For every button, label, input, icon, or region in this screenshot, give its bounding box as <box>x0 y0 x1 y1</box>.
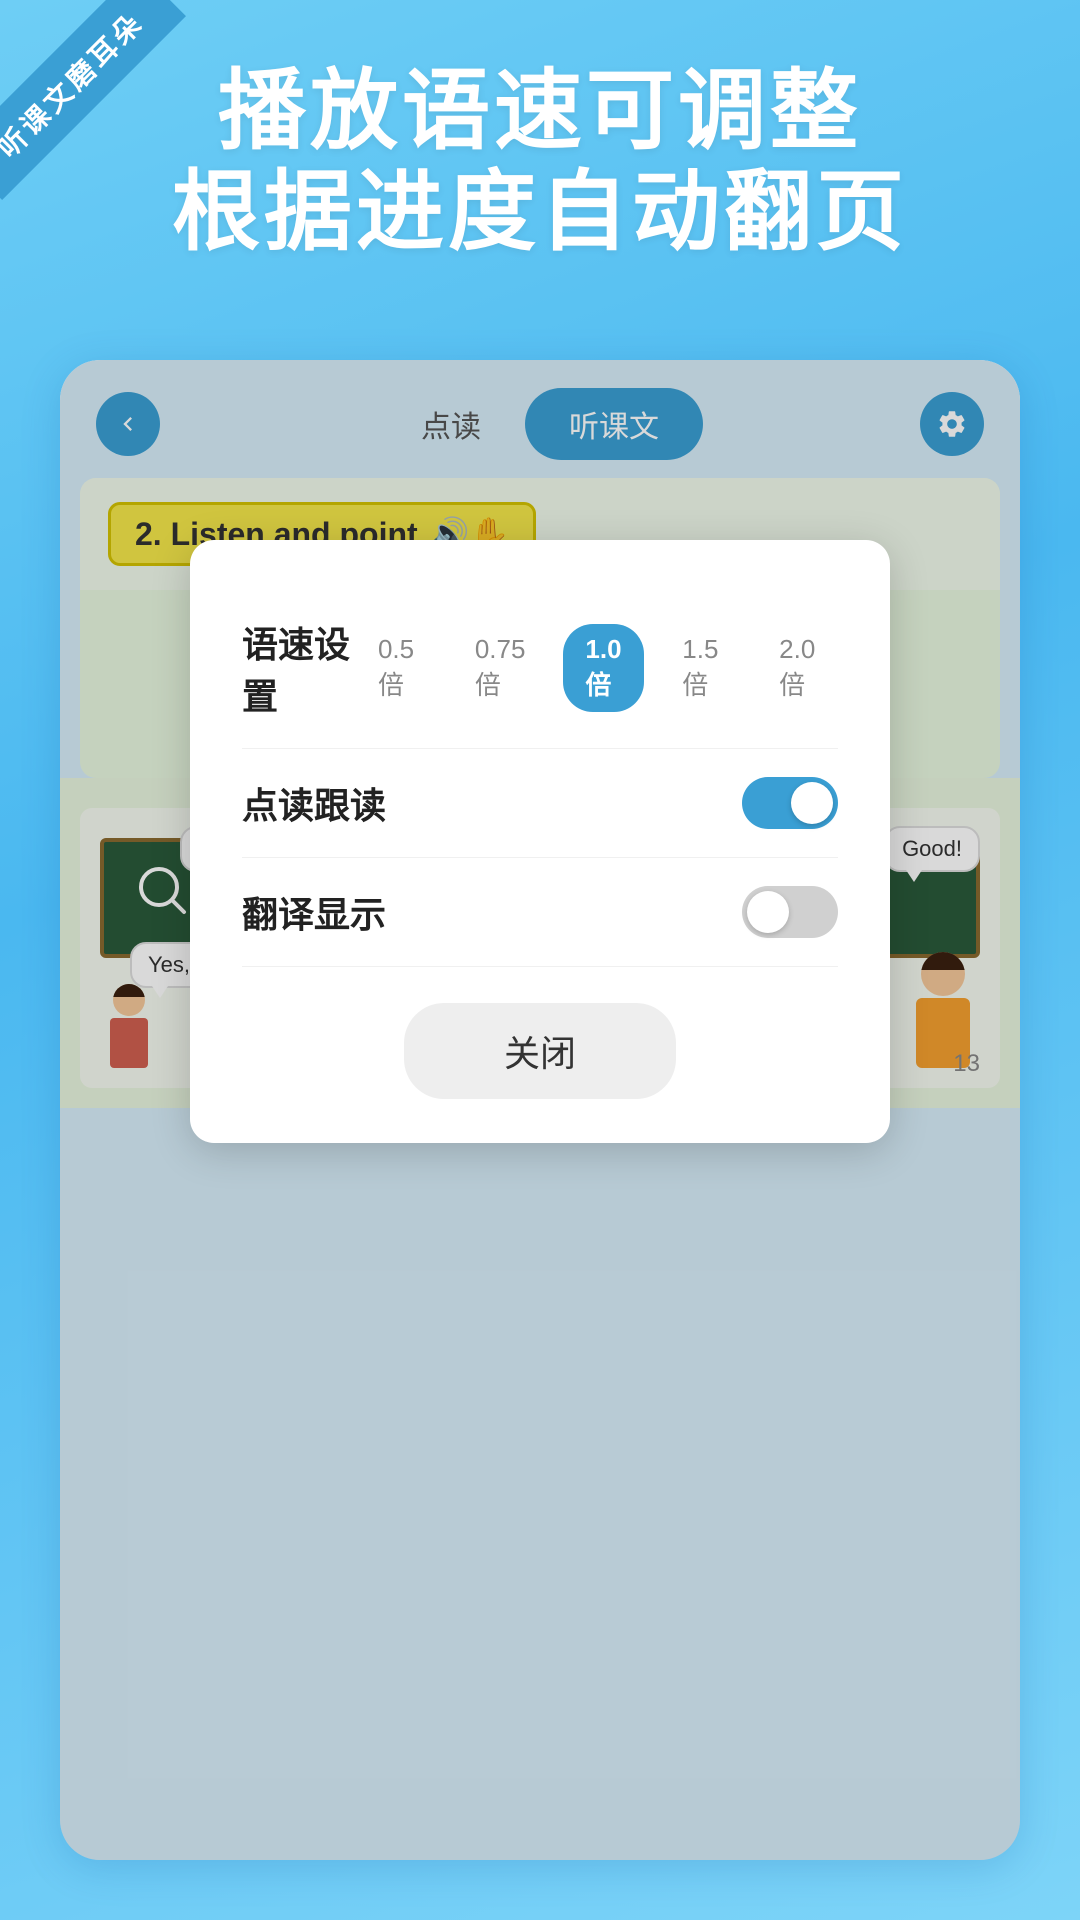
close-btn-row: 关闭 <box>242 1003 838 1099</box>
translate-label: 翻译显示 <box>242 886 386 938</box>
speed-settings-row: 语速设置 0.5倍 0.75倍 1.0倍 1.5倍 2.0倍 <box>242 588 838 749</box>
corner-banner-text: 听课文磨耳朵 <box>0 0 186 200</box>
speed-option-2.0[interactable]: 2.0倍 <box>757 624 838 712</box>
follow-read-toggle[interactable] <box>742 777 838 829</box>
speed-option-1.0[interactable]: 1.0倍 <box>563 624 644 712</box>
follow-read-row: 点读跟读 <box>242 749 838 858</box>
translate-toggle[interactable] <box>742 886 838 938</box>
speed-options: 0.5倍 0.75倍 1.0倍 1.5倍 2.0倍 <box>356 624 838 712</box>
speed-option-0.5[interactable]: 0.5倍 <box>356 624 437 712</box>
speed-label: 语速设置 <box>242 616 356 720</box>
translate-row: 翻译显示 <box>242 858 838 967</box>
speed-option-0.75[interactable]: 0.75倍 <box>453 624 548 712</box>
corner-banner: 听课文磨耳朵 <box>0 0 200 200</box>
follow-read-knob <box>791 782 833 824</box>
follow-read-label: 点读跟读 <box>242 777 386 829</box>
translate-knob <box>747 891 789 933</box>
modal-overlay: 语速设置 0.5倍 0.75倍 1.0倍 1.5倍 2.0倍 点读跟读 翻译显示 <box>60 360 1020 1860</box>
speed-option-1.5[interactable]: 1.5倍 <box>660 624 741 712</box>
device-frame: 点读 听课文 2. Listen and point 🔊✋ 语速设置 0.5倍 <box>60 360 1020 1860</box>
settings-modal: 语速设置 0.5倍 0.75倍 1.0倍 1.5倍 2.0倍 点读跟读 翻译显示 <box>190 540 890 1143</box>
close-button[interactable]: 关闭 <box>404 1003 676 1099</box>
